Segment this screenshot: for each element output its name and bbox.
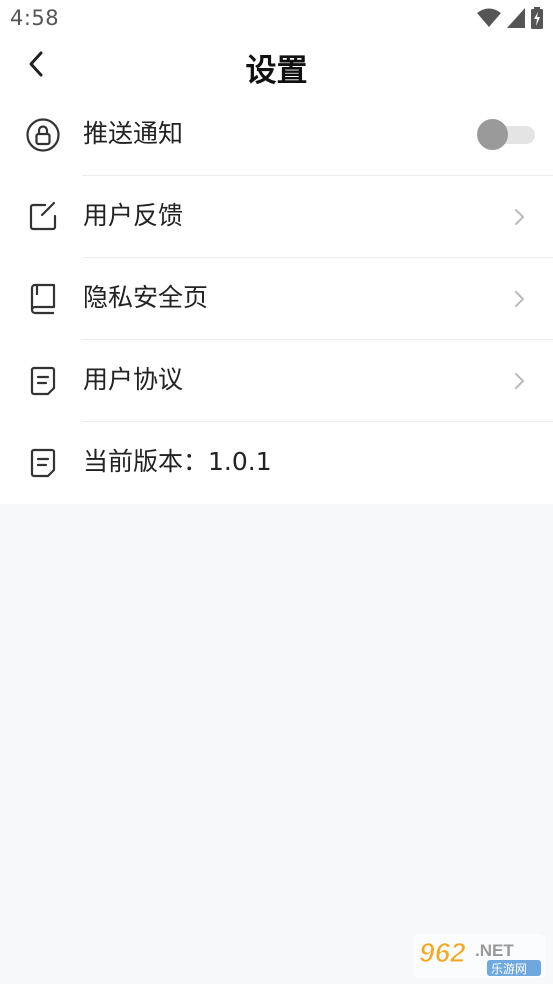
status-time: 4:58	[10, 6, 60, 30]
cellular-signal-icon	[507, 8, 525, 28]
settings-row-label: 用户反馈	[83, 201, 184, 230]
wifi-icon	[477, 8, 501, 27]
settings-row-user-feedback[interactable]: 用户反馈	[0, 176, 553, 258]
header-bar: 设置	[0, 36, 553, 94]
document-icon	[25, 445, 61, 481]
chevron-right-icon	[515, 209, 524, 225]
settings-row-version: 当前版本：1.0.1	[0, 422, 553, 504]
toggle-knob	[477, 119, 508, 150]
push-notifications-toggle[interactable]	[477, 119, 535, 150]
document-icon	[25, 363, 61, 399]
settings-row-label: 推送通知	[83, 119, 184, 148]
chevron-right-icon	[515, 291, 524, 307]
edit-icon	[25, 199, 61, 235]
settings-row-user-agreement[interactable]: 用户协议	[0, 340, 553, 422]
settings-row-privacy[interactable]: 隐私安全页	[0, 258, 553, 340]
battery-icon	[531, 7, 543, 29]
chevron-right-icon	[515, 373, 524, 389]
settings-list: 推送通知 用户反馈 隐私安全页 用户协议 当前版本：1.0.1	[0, 94, 553, 504]
status-bar: 4:58	[0, 0, 553, 36]
settings-row-push-notifications: 推送通知	[0, 94, 553, 176]
svg-text:乐游网: 乐游网	[491, 962, 527, 976]
book-icon	[25, 281, 61, 317]
page-title: 设置	[245, 53, 308, 89]
lock-circle-icon	[25, 117, 61, 153]
settings-row-label: 用户协议	[83, 365, 184, 394]
svg-text:.NET: .NET	[475, 941, 514, 960]
settings-row-label: 隐私安全页	[83, 283, 209, 312]
watermark-logo: 962 .NET 乐游网	[413, 932, 545, 978]
version-label: 当前版本：1.0.1	[83, 447, 272, 476]
status-icons	[477, 7, 543, 29]
svg-text:962: 962	[419, 937, 466, 968]
